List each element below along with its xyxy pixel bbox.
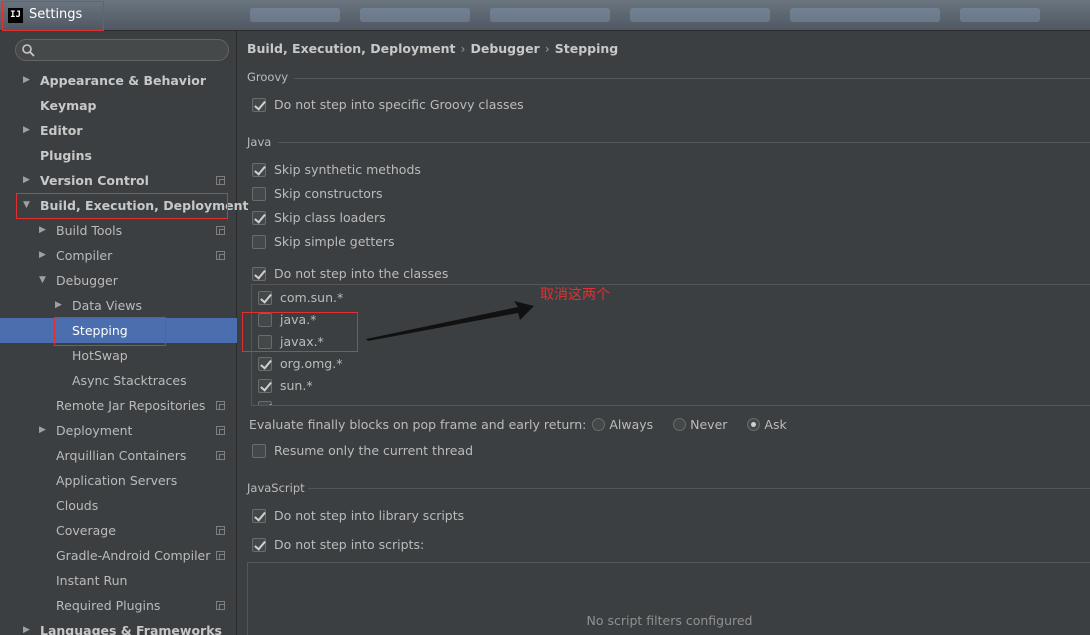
expand-arrow-icon[interactable]: ▶ xyxy=(39,418,49,443)
tree-item-version-control[interactable]: ▶ Version Control xyxy=(0,168,237,193)
radio-ask[interactable] xyxy=(747,418,761,431)
project-settings-icon xyxy=(216,451,225,460)
tree-item-languages-frameworks[interactable]: ▶ Languages & Frameworks xyxy=(0,618,237,635)
no-step-scripts-checkbox[interactable] xyxy=(252,538,266,552)
search-input[interactable] xyxy=(40,42,220,58)
project-settings-icon xyxy=(216,401,225,410)
radio-never-label[interactable]: Never xyxy=(690,417,727,432)
tree-item-keymap[interactable]: Keymap xyxy=(0,93,237,118)
tree-item-application-servers[interactable]: Application Servers xyxy=(0,468,237,493)
tree-item-compiler[interactable]: ▶ Compiler xyxy=(0,243,237,268)
javascript-divider xyxy=(308,488,1090,489)
project-settings-icon xyxy=(216,426,225,435)
stepping-settings-panel: Build, Execution, Deployment › Debugger › St… xyxy=(238,31,1090,635)
radio-never[interactable] xyxy=(673,418,687,431)
project-settings-icon xyxy=(216,526,225,535)
settings-search[interactable] xyxy=(15,39,229,61)
java-divider xyxy=(278,142,1090,143)
tree-item-editor[interactable]: ▶ Editor xyxy=(0,118,237,143)
skip-synthetic-checkbox[interactable] xyxy=(252,163,266,177)
class-filter-checkbox[interactable] xyxy=(258,291,272,305)
expand-arrow-icon[interactable]: ▶ xyxy=(23,68,33,93)
tree-item-remote-jar-repositories[interactable]: Remote Jar Repositories xyxy=(0,393,237,418)
java-group-title: Java xyxy=(247,135,272,149)
tree-item-async-stacktraces[interactable]: Async Stacktraces xyxy=(0,368,237,393)
tree-item-gradle-android-compiler[interactable]: Gradle-Android Compiler xyxy=(0,543,237,568)
no-step-groovy-checkbox[interactable] xyxy=(252,98,266,112)
tree-item-arquillian-containers[interactable]: Arquillian Containers xyxy=(0,443,237,468)
empty-state-text: No script filters configured xyxy=(586,613,753,628)
groovy-group-title: Groovy xyxy=(247,70,289,84)
title-highlight-box xyxy=(2,1,104,31)
tree-item-coverage[interactable]: Coverage xyxy=(0,518,237,543)
class-filter-checkbox[interactable] xyxy=(258,357,272,371)
tree-item-debugger[interactable]: ▼ Debugger xyxy=(0,268,237,293)
stepping-highlight-box xyxy=(54,317,166,346)
build-highlight-box xyxy=(16,193,228,219)
no-step-library-checkbox[interactable] xyxy=(252,509,266,523)
finally-blocks-setting: Evaluate finally blocks on pop frame and… xyxy=(249,415,801,435)
expand-arrow-icon[interactable]: ▶ xyxy=(55,293,65,318)
skip-simple-getters-checkbox[interactable] xyxy=(252,235,266,249)
class-filter-checkbox[interactable] xyxy=(258,401,272,405)
tree-item-deployment[interactable]: ▶ Deployment xyxy=(0,418,237,443)
settings-tree-pane: ▶ Appearance & Behavior Keymap ▶ Editor … xyxy=(0,31,248,635)
no-step-classes-checkbox[interactable] xyxy=(252,267,266,281)
breadcrumb-separator: › xyxy=(544,41,550,56)
radio-always[interactable] xyxy=(592,418,606,431)
expand-arrow-icon[interactable]: ▶ xyxy=(23,118,33,143)
title-bar: IJ Settings xyxy=(0,0,1090,31)
skip-class-loaders-checkbox[interactable] xyxy=(252,211,266,225)
breadcrumb-stepping: Stepping xyxy=(554,41,619,56)
skip-constructors-checkbox[interactable] xyxy=(252,187,266,201)
script-filter-list[interactable]: No script filters configured xyxy=(247,562,1090,635)
tree-item-appearance-behavior[interactable]: ▶ Appearance & Behavior xyxy=(0,68,237,93)
tree-item-required-plugins[interactable]: Required Plugins xyxy=(0,593,237,618)
tree-item-hotswap[interactable]: HotSwap xyxy=(0,343,237,368)
finally-blocks-label: Evaluate finally blocks on pop frame and… xyxy=(249,417,587,432)
collapse-arrow-icon[interactable]: ▼ xyxy=(39,268,49,293)
project-settings-icon xyxy=(216,601,225,610)
breadcrumb-debugger: Debugger xyxy=(470,41,540,56)
tree-item-clouds[interactable]: Clouds xyxy=(0,493,237,518)
breadcrumb-build: Build, Execution, Deployment xyxy=(247,41,456,56)
java-javax-highlight-box xyxy=(242,312,358,352)
expand-arrow-icon[interactable]: ▶ xyxy=(39,218,49,243)
breadcrumb: Build, Execution, Deployment › Debugger › St… xyxy=(247,41,618,56)
javascript-group-title: JavaScript xyxy=(247,481,305,495)
annotation-arrow-icon xyxy=(366,301,534,341)
project-settings-icon xyxy=(216,551,225,560)
radio-always-label[interactable]: Always xyxy=(609,417,653,432)
project-settings-icon xyxy=(216,176,225,185)
expand-arrow-icon[interactable]: ▶ xyxy=(39,243,49,268)
tree-item-data-views[interactable]: ▶ Data Views xyxy=(0,293,237,318)
radio-ask-label[interactable]: Ask xyxy=(764,417,786,432)
annotation-text: 取消这两个 xyxy=(540,287,610,303)
blurred-editor-tabs xyxy=(250,8,1090,24)
breadcrumb-separator: › xyxy=(460,41,466,56)
project-settings-icon xyxy=(216,226,225,235)
resume-current-thread-checkbox[interactable] xyxy=(252,444,266,458)
class-filter-checkbox[interactable] xyxy=(258,379,272,393)
search-icon xyxy=(22,44,35,57)
expand-arrow-icon[interactable]: ▶ xyxy=(23,618,33,635)
tree-item-build-tools[interactable]: ▶ Build Tools xyxy=(0,218,237,243)
groovy-divider xyxy=(294,78,1090,79)
project-settings-icon xyxy=(216,251,225,260)
tree-item-instant-run[interactable]: Instant Run xyxy=(0,568,237,593)
tree-item-plugins[interactable]: Plugins xyxy=(0,143,237,168)
expand-arrow-icon[interactable]: ▶ xyxy=(23,168,33,193)
